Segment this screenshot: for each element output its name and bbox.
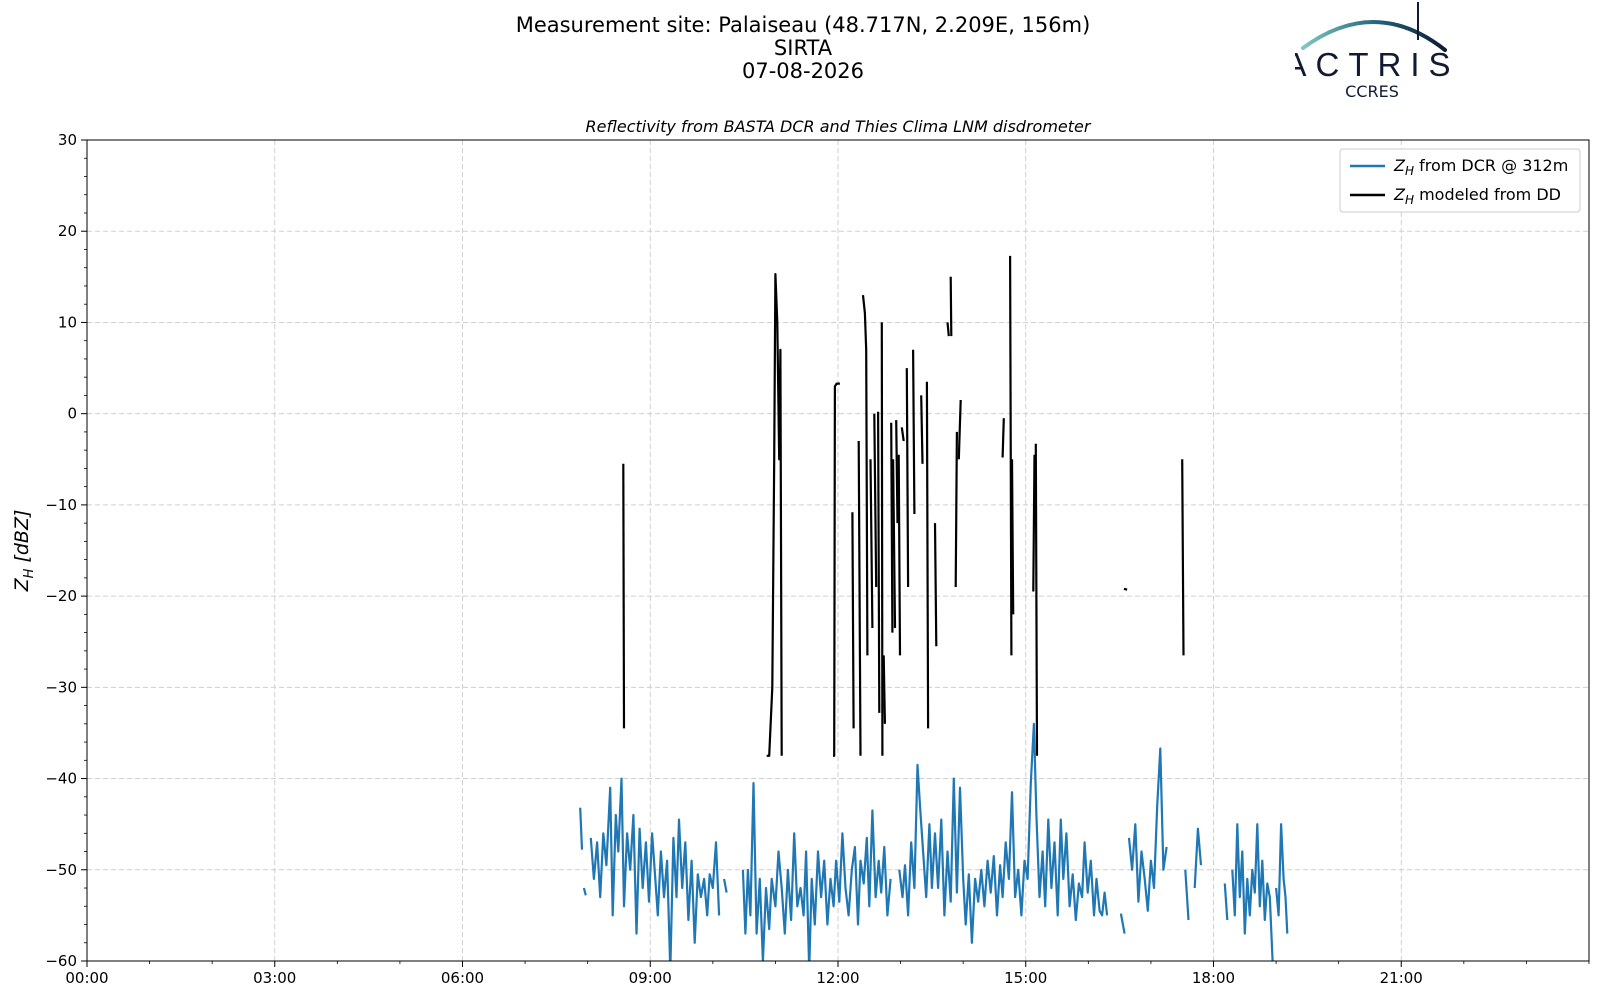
dd-series-line: [857, 440, 862, 756]
dcr-series-line: [741, 781, 892, 961]
y-tick-label: −20: [45, 587, 77, 605]
dd-series-line: [1008, 255, 1013, 656]
legend: ZH from DCR @ 312m ZH modeled from DD: [1339, 148, 1581, 213]
y-tick-label: −40: [45, 770, 77, 788]
x-tick-label: 21:00: [1380, 969, 1423, 987]
dcr-series-line: [589, 777, 721, 961]
plot-series: [579, 255, 1289, 961]
dcr-series-line: [582, 887, 587, 896]
dd-series-line: [1032, 454, 1036, 592]
y-tick-label: −10: [45, 496, 77, 514]
dd-series-line: [882, 655, 886, 724]
dd-series-line: [622, 463, 626, 729]
dd-series-line: [949, 276, 953, 337]
x-tick-label: 15:00: [1004, 969, 1047, 987]
x-tick-label: 06:00: [441, 969, 484, 987]
y-axis-label: ZH [dBZ]: [11, 510, 37, 593]
dd-series-line: [892, 459, 897, 629]
y-tick-label: 10: [58, 313, 77, 331]
dd-series-line: [833, 382, 840, 757]
dd-series-line: [957, 399, 962, 460]
dd-series-line: [900, 427, 905, 442]
dd-series-line: [869, 459, 874, 629]
dd-series-line: [890, 422, 894, 633]
dd-series-line: [925, 381, 930, 729]
y-tick-label: −50: [45, 861, 77, 879]
y-tick-label: 20: [58, 222, 77, 240]
x-tick-label: 12:00: [816, 969, 859, 987]
legend-label-dd: ZH modeled from DD: [1393, 185, 1561, 207]
dcr-series-line: [723, 878, 728, 893]
dd-series-line: [920, 395, 924, 464]
chart-title: Reflectivity from BASTA DCR and Thies Cl…: [586, 117, 1092, 136]
y-tick-label: 0: [67, 405, 77, 423]
dd-series-line: [851, 512, 855, 729]
dcr-series-line: [1119, 913, 1126, 934]
x-tick-label: 09:00: [629, 969, 672, 987]
dd-series-line: [1010, 459, 1015, 615]
y-tick-label: −60: [45, 952, 77, 970]
dcr-series-line: [1184, 869, 1190, 921]
y-axis-label-main: Z: [11, 577, 33, 592]
dcr-series-line: [1231, 823, 1274, 961]
dd-series-line: [897, 454, 902, 656]
y-axis-label-unit: [dBZ]: [11, 510, 33, 569]
dcr-series-line: [898, 722, 1109, 944]
dd-series-line: [861, 294, 869, 656]
dd-series-line: [1181, 459, 1185, 656]
y-tick-label: 30: [58, 131, 77, 149]
y-tick-label: −30: [45, 678, 77, 696]
dd-series-line: [895, 420, 899, 524]
dcr-series-line: [1127, 747, 1168, 912]
dd-series-line: [946, 322, 950, 337]
x-tick-label: 18:00: [1192, 969, 1235, 987]
dd-series-line: [954, 431, 958, 588]
x-tick-label: 00:00: [65, 969, 108, 987]
dd-series-line: [873, 413, 878, 588]
dd-series-line: [1123, 587, 1128, 591]
dd-series-line: [766, 273, 783, 757]
dd-series-line: [880, 322, 884, 756]
dd-series-line: [1034, 443, 1039, 756]
y-axis-label-sub: H: [22, 568, 37, 578]
dd-series-line: [912, 349, 916, 515]
grid: [87, 140, 1589, 961]
dd-series-line: [905, 368, 910, 588]
x-tick-label: 03:00: [253, 969, 296, 987]
dd-series-line: [933, 523, 938, 647]
dcr-series-line: [1193, 827, 1203, 889]
reflectivity-chart: Reflectivity from BASTA DCR and Thies Cl…: [11, 117, 1590, 987]
dd-series-line: [1001, 418, 1005, 458]
legend-label-dcr: ZH from DCR @ 312m: [1393, 156, 1568, 178]
dd-series-line: [876, 411, 881, 713]
dcr-series-line: [1223, 883, 1229, 921]
dcr-series-line: [579, 807, 584, 850]
dcr-series-line: [1275, 823, 1289, 934]
